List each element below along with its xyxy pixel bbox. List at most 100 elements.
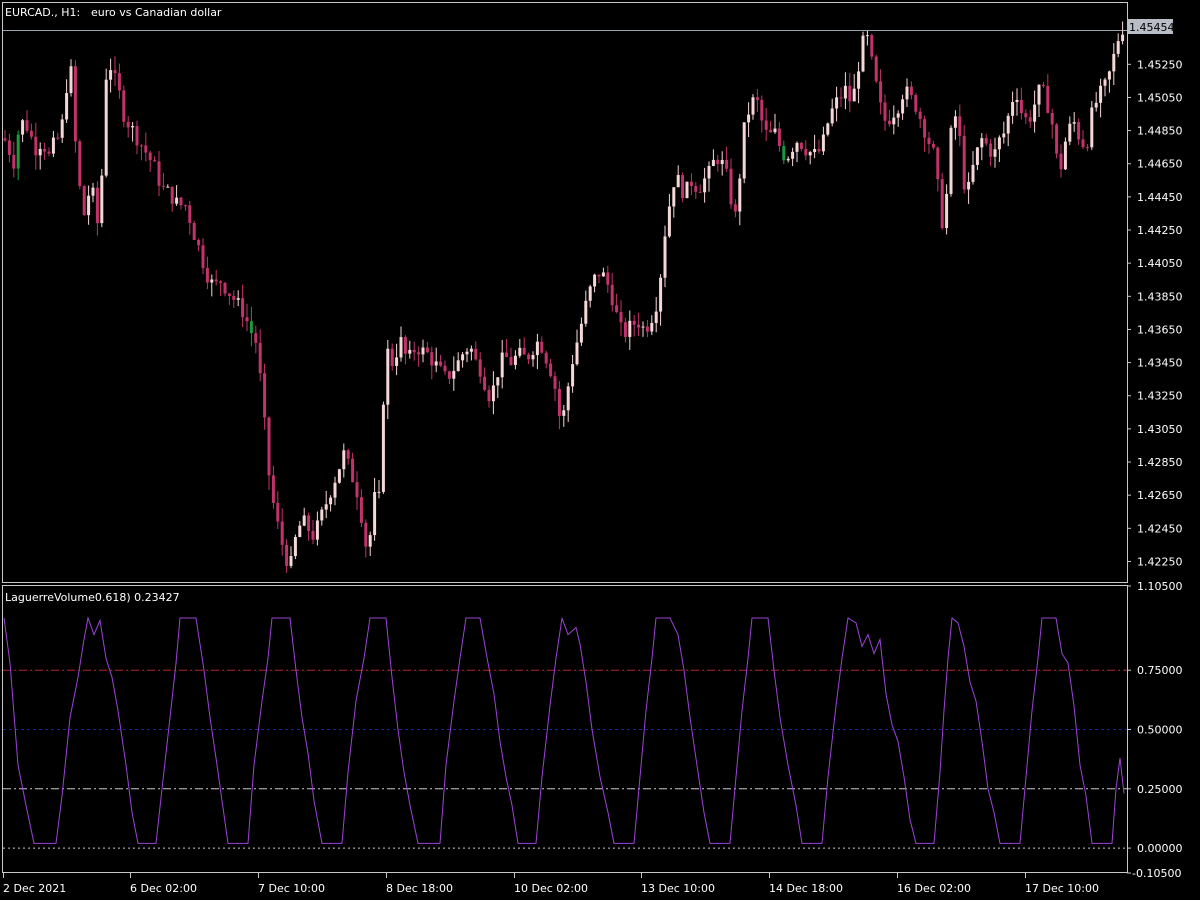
candle-body xyxy=(201,245,205,268)
candle-body xyxy=(659,277,663,312)
candle-body xyxy=(1107,71,1111,80)
candle-body xyxy=(628,320,632,337)
candle-body xyxy=(821,134,825,152)
candle-body xyxy=(263,373,267,418)
candle-body xyxy=(1099,85,1103,103)
candle-body xyxy=(82,186,86,216)
candle-body xyxy=(219,281,223,283)
candle-body xyxy=(839,97,843,99)
candle-body xyxy=(769,129,773,133)
candle-body xyxy=(254,333,258,343)
candle-body xyxy=(311,530,315,540)
candle-body xyxy=(307,515,311,531)
time-tick-label: 7 Dec 10:00 xyxy=(258,882,325,895)
chart-canvas[interactable]: 1.45250 1.45050 1.44850 1.44650 1.44450 1.442… xyxy=(0,0,1200,900)
price-tick-label: 1.42850 xyxy=(1137,456,1183,469)
price-tick-label: 1.45050 xyxy=(1137,91,1183,104)
price-tick-label: 1.44250 xyxy=(1137,224,1183,237)
candle-body xyxy=(474,348,478,360)
candle-body xyxy=(443,365,447,372)
candle-body xyxy=(997,137,1001,150)
candle-body xyxy=(694,186,698,192)
time-tick-label: 6 Dec 02:00 xyxy=(130,882,197,895)
candle-body xyxy=(738,178,742,212)
time-tick-label: 10 Dec 02:00 xyxy=(514,882,588,895)
price-chart-pane[interactable]: 1.45250 1.45050 1.44850 1.44650 1.44450 1.442… xyxy=(3,21,1183,573)
candle-body xyxy=(1055,124,1059,154)
candle-body xyxy=(1072,122,1076,124)
candle-body xyxy=(874,56,878,82)
indicator-pane[interactable]: 1.10500 0.75000 0.50000 0.25000 0.00000 -0.10… xyxy=(3,580,1183,880)
candle-body xyxy=(276,502,280,522)
time-axis: 2 Dec 2021 6 Dec 02:00 7 Dec 10:00 8 Dec 18… xyxy=(3,873,1099,895)
candle-body xyxy=(469,348,473,352)
price-tick-label: 1.45250 xyxy=(1137,58,1183,71)
candle-body xyxy=(637,324,641,328)
candle-body xyxy=(760,99,764,121)
candle-body xyxy=(1063,141,1067,170)
candle-body xyxy=(751,97,755,115)
candle-body xyxy=(346,450,350,459)
indicator-tick-label: 1.10500 xyxy=(1137,580,1183,593)
candle-body xyxy=(461,354,465,361)
candle-body xyxy=(377,491,381,493)
candle-body xyxy=(518,347,522,356)
indicator-tick-label: 0.00000 xyxy=(1137,842,1183,855)
candle-body xyxy=(47,151,51,154)
candle-body xyxy=(940,179,944,229)
chart-description: euro vs Canadian dollar xyxy=(91,6,222,19)
candle-body xyxy=(153,160,157,162)
price-tick-label: 1.43450 xyxy=(1137,357,1183,370)
candle-body xyxy=(434,361,438,366)
candle-body xyxy=(729,168,733,205)
candle-body xyxy=(804,148,808,156)
candle-body xyxy=(95,187,99,224)
candle-body xyxy=(166,186,170,188)
candle-body xyxy=(496,377,500,386)
time-tick-label: 2 Dec 2021 xyxy=(3,882,66,895)
candle-body xyxy=(210,279,214,283)
chart-symbol: EURCAD., H1: xyxy=(5,6,80,19)
candle-body xyxy=(1041,84,1045,87)
candle-body xyxy=(1059,153,1063,170)
candle-body xyxy=(126,121,130,128)
candle-body xyxy=(236,298,240,300)
time-tick-label: 8 Dec 18:00 xyxy=(386,882,453,895)
price-tick-label: 1.44850 xyxy=(1137,125,1183,138)
candle-body xyxy=(505,352,509,357)
candle-body xyxy=(566,386,570,411)
candle-body xyxy=(949,127,953,194)
candle-body xyxy=(1006,115,1010,134)
candle-body xyxy=(786,158,790,161)
candle-body xyxy=(861,35,865,72)
candle-body xyxy=(707,165,711,179)
candle-body xyxy=(183,205,187,207)
candle-body xyxy=(1033,104,1037,122)
candle-body xyxy=(918,111,922,120)
price-tick-label: 1.44050 xyxy=(1137,257,1183,270)
price-tick-label: 1.43850 xyxy=(1137,290,1183,303)
price-tick-label: 1.43050 xyxy=(1137,423,1183,436)
candle-body xyxy=(879,81,883,103)
candle-body xyxy=(403,337,407,354)
candle-body xyxy=(720,160,724,165)
candle-body xyxy=(179,197,183,206)
candle-body xyxy=(117,73,121,91)
price-tag-value: 1.45454 xyxy=(1129,21,1175,34)
candle-body xyxy=(883,102,887,121)
candle-body xyxy=(412,349,416,353)
candle-body xyxy=(773,128,777,133)
candle-body xyxy=(91,187,95,196)
candle-body xyxy=(34,136,38,156)
candle-body xyxy=(914,95,918,112)
candle-body xyxy=(439,361,443,366)
candle-body xyxy=(329,497,333,505)
indicator-tick-label: -0.10500 xyxy=(1132,867,1181,880)
candle-body xyxy=(958,116,962,136)
candle-body xyxy=(1090,107,1094,148)
candle-body xyxy=(1116,41,1120,54)
candle-body xyxy=(214,279,218,282)
candle-body xyxy=(905,86,909,100)
candle-body xyxy=(483,376,487,390)
candle-body xyxy=(606,272,610,285)
